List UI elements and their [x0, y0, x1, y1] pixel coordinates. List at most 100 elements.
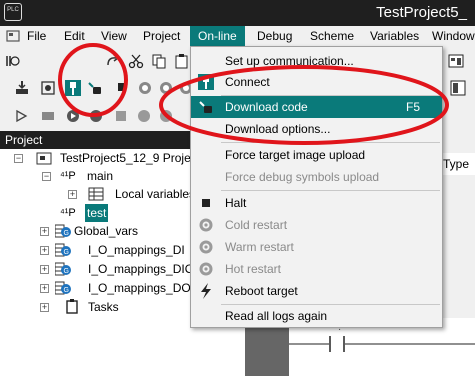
- menu-item-connect[interactable]: Connect: [191, 71, 442, 93]
- menu-edit[interactable]: Edit: [64, 26, 85, 46]
- menu-window[interactable]: Window: [432, 26, 475, 46]
- copy-icon[interactable]: [151, 53, 167, 69]
- connect-icon: [198, 74, 214, 90]
- menu-item-label: Reboot target: [225, 284, 298, 298]
- title-bar: PLC TestProject5_: [0, 0, 475, 26]
- compile-icon[interactable]: [14, 80, 30, 96]
- window-title: TestProject5_: [376, 4, 467, 21]
- global-vars-expand-toggle[interactable]: +: [40, 227, 49, 236]
- online-menu-dropdown: Set up communication... Connect Download…: [190, 46, 443, 328]
- root-collapse-toggle[interactable]: −: [14, 154, 23, 163]
- restart-toolbar-icon[interactable]: [137, 80, 153, 96]
- window-layout-icon[interactable]: [448, 53, 464, 69]
- menu-item-label: Force target image upload: [225, 148, 366, 162]
- menu-view[interactable]: View: [101, 26, 127, 46]
- io-di-icon: G: [55, 243, 71, 257]
- menu-item-force-debug-symbols-upload[interactable]: Force debug symbols upload: [191, 166, 442, 188]
- download-toolbar-icon[interactable]: [87, 80, 103, 96]
- new-project-icon[interactable]: [5, 53, 21, 69]
- panel-toggle-icon[interactable]: [450, 80, 466, 96]
- menu-item-halt[interactable]: Halt: [191, 192, 442, 214]
- menu-item-setup-communication[interactable]: Set up communication...: [191, 50, 442, 72]
- tree-item-main[interactable]: main: [87, 167, 113, 185]
- tasks-icon: [66, 299, 78, 314]
- halt-icon: [202, 199, 210, 207]
- menu-variables[interactable]: Variables: [370, 26, 419, 46]
- test-program-icon: ⁴¹P: [60, 207, 76, 219]
- menu-bar: File Edit View Project On-line Debug Sch…: [0, 26, 475, 46]
- app-logo-text: PLC: [7, 7, 19, 13]
- app-menu-icon[interactable]: [6, 29, 20, 43]
- cold-restart-icon: [199, 218, 213, 232]
- menu-item-label: Warm restart: [225, 240, 294, 254]
- tree-item-local-variables[interactable]: Local variables: [115, 185, 195, 203]
- io-di-expand-toggle[interactable]: +: [40, 246, 49, 255]
- step-icon[interactable]: [88, 108, 104, 124]
- debug-icon[interactable]: [14, 108, 30, 124]
- menu-item-label: Cold restart: [225, 218, 288, 232]
- build-icon[interactable]: [40, 80, 56, 96]
- step-over-icon[interactable]: [158, 108, 174, 124]
- redo-icon[interactable]: [105, 53, 121, 69]
- run-icon[interactable]: [65, 108, 81, 124]
- menu-item-download-code[interactable]: Download code F5: [191, 96, 442, 118]
- paste-icon[interactable]: [174, 53, 190, 69]
- svg-text:G: G: [64, 287, 69, 294]
- tree-item-io-do[interactable]: I_O_mappings_DO: [88, 279, 191, 297]
- menu-item-label: Halt: [225, 196, 247, 210]
- tree-item-io-dio[interactable]: I_O_mappings_DIO: [88, 260, 194, 278]
- pause-icon[interactable]: [136, 108, 152, 124]
- menu-item-reboot-target[interactable]: Reboot target: [191, 280, 442, 302]
- io-dio-icon: G: [55, 262, 71, 276]
- restart-2-toolbar-icon[interactable]: [158, 80, 174, 96]
- tasks-expand-toggle[interactable]: +: [40, 303, 49, 312]
- menu-scheme[interactable]: Scheme: [310, 26, 354, 46]
- app-logo: PLC: [4, 3, 22, 21]
- menu-item-force-target-image-upload[interactable]: Force target image upload: [191, 144, 442, 166]
- warm-restart-icon: [199, 240, 213, 254]
- menu-debug[interactable]: Debug: [257, 26, 292, 46]
- menu-item-label: Connect: [225, 75, 270, 89]
- menu-project[interactable]: Project: [143, 26, 180, 46]
- menu-item-cold-restart[interactable]: Cold restart: [191, 214, 442, 236]
- menu-item-label: Set up communication...: [225, 54, 354, 68]
- menu-item-hot-restart[interactable]: Hot restart: [191, 258, 442, 280]
- global-vars-icon: G: [55, 224, 71, 238]
- project-icon: [36, 152, 52, 165]
- menu-item-label: Hot restart: [225, 262, 282, 276]
- menu-separator: [221, 190, 440, 191]
- tree-item-root[interactable]: TestProject5_12_9 Project: [60, 149, 200, 167]
- connect-toolbar-icon[interactable]: [65, 80, 81, 96]
- halt-toolbar-icon[interactable]: [115, 80, 131, 96]
- watch-icon[interactable]: [40, 108, 56, 124]
- io-dio-expand-toggle[interactable]: +: [40, 265, 49, 274]
- hot-restart-icon: [199, 262, 213, 276]
- tree-item-test[interactable]: test: [85, 204, 109, 222]
- io-do-icon: G: [55, 281, 71, 295]
- menu-separator: [221, 142, 440, 143]
- svg-text:G: G: [64, 230, 69, 237]
- menu-item-label: Force debug symbols upload: [225, 170, 380, 184]
- local-vars-expand-toggle[interactable]: +: [68, 190, 77, 199]
- menu-item-label: Read all logs again: [225, 309, 328, 323]
- menu-item-warm-restart[interactable]: Warm restart: [191, 236, 442, 258]
- stop-icon[interactable]: [113, 108, 129, 124]
- menu-file[interactable]: File: [27, 26, 46, 46]
- tree-item-tasks[interactable]: Tasks: [88, 298, 119, 316]
- cut-icon[interactable]: [128, 53, 144, 69]
- tree-item-global-vars[interactable]: Global_vars: [74, 222, 138, 240]
- main-collapse-toggle[interactable]: −: [42, 172, 51, 181]
- svg-text:G: G: [64, 268, 69, 275]
- io-do-expand-toggle[interactable]: +: [40, 284, 49, 293]
- menu-item-label: Download options...: [225, 122, 331, 136]
- menu-item-read-all-logs[interactable]: Read all logs again: [191, 305, 442, 327]
- tree-item-io-di[interactable]: I_O_mappings_DI: [88, 241, 185, 259]
- svg-text:G: G: [64, 249, 69, 256]
- lightning-icon: [201, 283, 211, 299]
- variables-table-icon: [88, 187, 104, 201]
- main-program-icon: ⁴¹P: [60, 170, 76, 182]
- menu-online[interactable]: On-line: [190, 26, 245, 46]
- menu-item-label: Download code: [225, 100, 308, 114]
- menu-item-download-options[interactable]: Download options...: [191, 118, 442, 140]
- menu-item-shortcut: F5: [405, 100, 420, 114]
